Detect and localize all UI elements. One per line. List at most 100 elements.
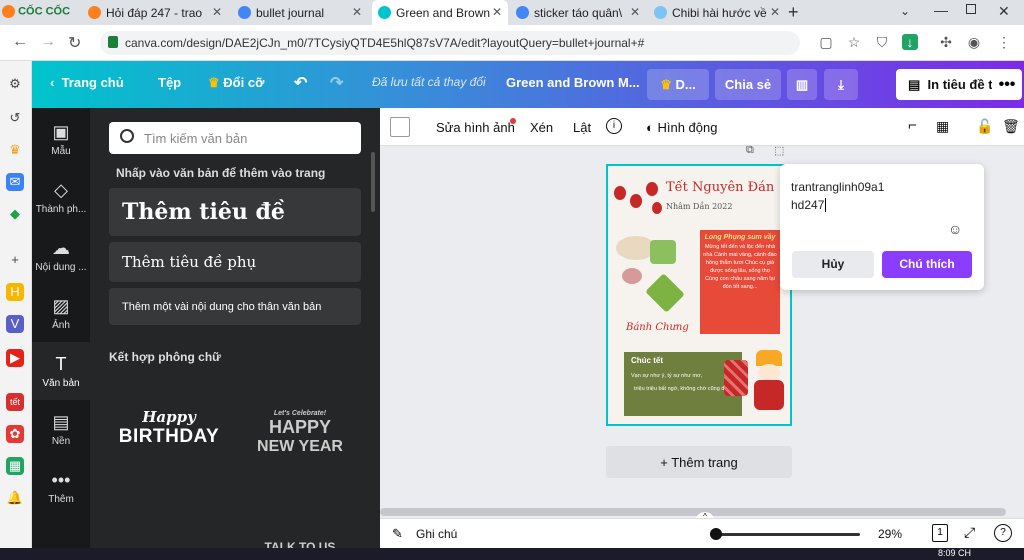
design-title[interactable]: Tết Nguyên Đán	[666, 180, 774, 195]
horizontal-scrollbar[interactable]	[380, 508, 1006, 516]
cancel-button[interactable]: Hủy	[792, 251, 874, 278]
flip-button[interactable]: Lật	[573, 120, 591, 135]
v-app-icon[interactable]: V	[6, 315, 24, 333]
more-options-button[interactable]: •••	[992, 69, 1022, 100]
gift-icon[interactable]: ✿	[6, 425, 24, 443]
page-count-button[interactable]: 1	[932, 524, 948, 542]
reload-icon[interactable]: ↻	[68, 33, 81, 53]
crown-icon[interactable]: ♛	[6, 141, 24, 159]
rail-item-more[interactable]: ••• Thêm	[32, 470, 90, 505]
browser-logo[interactable]: CỐC CỐC	[2, 5, 70, 18]
bookmark-star-icon[interactable]: ☆	[846, 34, 862, 50]
undo-icon[interactable]: ↶	[294, 73, 307, 93]
fullscreen-icon[interactable]: ⤢	[964, 524, 975, 541]
save-page-icon[interactable]: ▢	[818, 34, 834, 50]
color-swatch[interactable]	[390, 117, 410, 137]
lock-icon[interactable]	[108, 36, 118, 48]
combo-happy-new-year[interactable]: Let's Celebrate! HAPPY NEW YEAR	[240, 410, 360, 456]
share-button[interactable]: Chia sẻ	[715, 69, 781, 100]
transparency-icon[interactable]: ▦	[936, 118, 949, 135]
red-text-block[interactable]: Long Phụng sum vầy Mừng tết đến và lộc đ…	[700, 230, 780, 334]
new-tab-button[interactable]: +	[788, 2, 799, 23]
zoom-slider[interactable]	[710, 528, 860, 540]
rail-item-templates[interactable]: ▣ Mẫu	[32, 122, 90, 157]
close-icon[interactable]: ✕	[352, 5, 362, 19]
close-window-button[interactable]: ✕	[998, 3, 1010, 20]
messenger-icon[interactable]: ✉	[6, 173, 24, 191]
notes-icon[interactable]: ✎	[392, 526, 403, 542]
close-icon[interactable]: ✕	[770, 5, 780, 19]
minimize-button[interactable]: —	[934, 2, 948, 18]
upgrade-button[interactable]: ♛ D...	[647, 69, 709, 100]
tao-quan-image[interactable]	[750, 350, 788, 412]
lanterns-image[interactable]	[612, 172, 664, 220]
add-page-top-icon[interactable]: ⬚	[774, 144, 784, 157]
maximize-button[interactable]	[966, 4, 976, 14]
game-icon[interactable]: ◆	[6, 205, 24, 223]
add-shortcut-icon[interactable]: +	[6, 251, 24, 269]
animate-button[interactable]: ◐ Hình động	[646, 120, 717, 135]
add-heading-button[interactable]: Thêm tiêu đề	[109, 188, 361, 236]
rail-item-elements[interactable]: ◇ Thành ph...	[32, 180, 90, 215]
youtube-icon[interactable]: ▶	[6, 349, 24, 367]
rail-item-text[interactable]: T Văn bản	[32, 342, 90, 400]
info-icon[interactable]: i	[606, 118, 622, 134]
redo-icon[interactable]: ↷	[330, 73, 343, 93]
h-app-icon[interactable]: H	[6, 283, 24, 301]
crop-button[interactable]: Xén	[530, 120, 553, 135]
rail-item-background[interactable]: ▤ Nền	[32, 412, 90, 447]
tab-bullet-journal[interactable]: bullet journal ✕	[232, 0, 368, 25]
emoji-icon[interactable]: ☺	[948, 221, 962, 237]
close-icon[interactable]: ✕	[492, 5, 502, 19]
add-subheading-button[interactable]: Thêm tiêu đề phụ	[109, 242, 361, 282]
edit-image-button[interactable]: Sửa hình ảnh	[436, 120, 515, 135]
combo-happy-birthday[interactable]: Happy BIRTHDAY	[114, 408, 224, 448]
file-menu[interactable]: Tệp	[158, 75, 181, 90]
settings-icon[interactable]: ⚙	[6, 75, 24, 93]
tab-sticker[interactable]: sticker táo quân\ ✕	[510, 0, 646, 25]
sheets-icon[interactable]: ▦	[6, 457, 24, 475]
comment-submit-button[interactable]: Chú thích	[882, 251, 972, 278]
tab-green-and-brown[interactable]: Green and Brown ✕	[372, 0, 508, 25]
home-button[interactable]: ‹ Trang chủ	[50, 75, 124, 90]
notification-icon[interactable]: 🔔	[6, 489, 24, 507]
back-icon[interactable]: ←	[12, 33, 28, 51]
panel-scrollbar[interactable]	[371, 152, 375, 212]
notes-button[interactable]: Ghi chú	[416, 527, 457, 541]
download-icon[interactable]: ↓	[902, 34, 918, 50]
tet-app-icon[interactable]: tết	[6, 393, 24, 411]
browser-menu-icon[interactable]: ⋮	[996, 34, 1012, 50]
resize-button[interactable]: ♛ Đổi cỡ	[208, 75, 264, 91]
design-title[interactable]: Green and Brown M...	[506, 75, 640, 90]
tab-chibi[interactable]: Chibi hài hước về ✕	[648, 0, 786, 25]
tab-hoidap[interactable]: Hỏi đáp 247 - trao ✕	[82, 0, 228, 25]
zoom-level[interactable]: 29%	[878, 527, 902, 541]
tab-search-icon[interactable]: ⌄	[900, 4, 910, 18]
insights-icon[interactable]: ▥	[787, 69, 817, 100]
profile-icon[interactable]: ◉	[966, 34, 982, 50]
delete-icon[interactable]: 🗑	[1002, 118, 1020, 135]
zoom-slider-handle[interactable]	[710, 528, 722, 540]
lock-icon[interactable]: 🔓	[976, 118, 993, 135]
help-icon[interactable]: ?	[994, 524, 1012, 542]
cake-label[interactable]: Bánh Chưng	[626, 322, 689, 333]
duplicate-page-icon[interactable]: ⧉	[746, 144, 754, 157]
add-body-button[interactable]: Thêm một vài nội dung cho thân văn bản	[109, 288, 361, 325]
forward-icon[interactable]: →	[40, 33, 56, 51]
add-page-button[interactable]: + Thêm trang	[606, 446, 792, 478]
design-page[interactable]: Tết Nguyên Đán Nhâm Dần 2022 Long Phụng …	[606, 164, 792, 426]
download-button[interactable]: ⤓	[824, 69, 858, 100]
firecracker-image[interactable]	[724, 360, 748, 396]
rail-item-uploads[interactable]: ☁ Nội dung ...	[32, 238, 90, 273]
history-icon[interactable]: ↺	[6, 109, 24, 127]
extensions-icon[interactable]: ✣	[938, 34, 954, 50]
rail-item-photos[interactable]: ▨ Ảnh	[32, 296, 90, 331]
close-icon[interactable]: ✕	[630, 5, 640, 19]
design-subtitle[interactable]: Nhâm Dần 2022	[666, 202, 732, 211]
text-search-input[interactable]: Tìm kiếm văn bản	[109, 122, 361, 154]
paint-format-icon[interactable]: ⌐	[908, 117, 917, 134]
banh-chung-image[interactable]	[614, 230, 694, 318]
shield-icon[interactable]: ⛉	[874, 34, 890, 50]
comment-input[interactable]: trantranglinh09a1 hd247	[791, 178, 971, 214]
close-icon[interactable]: ✕	[212, 5, 222, 19]
